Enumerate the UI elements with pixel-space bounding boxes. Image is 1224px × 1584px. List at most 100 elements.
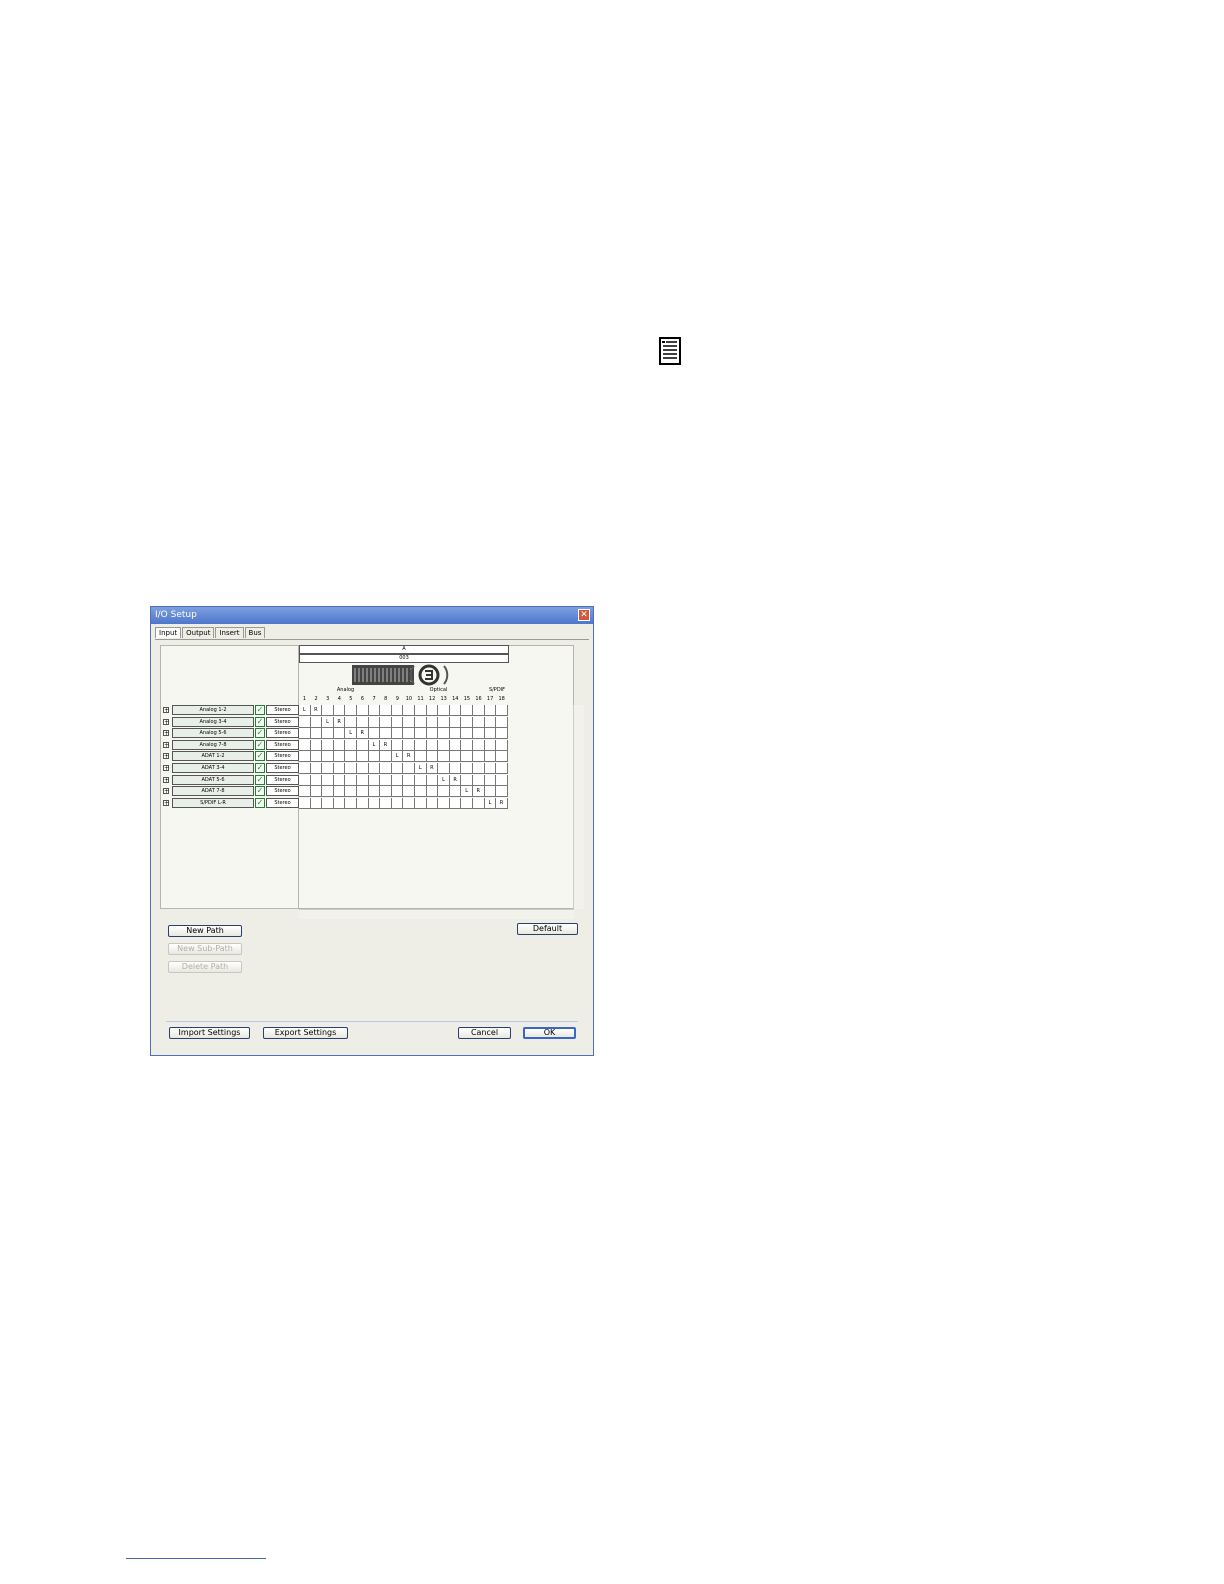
cancel-button[interactable]: Cancel: [458, 1027, 511, 1039]
matrix-cell[interactable]: [403, 739, 415, 751]
matrix-cell[interactable]: [438, 728, 450, 740]
matrix-cell[interactable]: R: [333, 716, 346, 728]
matrix-cell[interactable]: [357, 751, 369, 763]
tab-insert[interactable]: Insert: [215, 627, 244, 638]
matrix-cell[interactable]: [449, 786, 462, 798]
matrix-cell[interactable]: [484, 763, 497, 774]
expand-plus-icon[interactable]: +: [163, 741, 169, 748]
matrix-cell[interactable]: [299, 728, 311, 740]
matrix-cell[interactable]: [310, 763, 323, 774]
checkbox-checked-icon[interactable]: ✓: [255, 705, 265, 715]
tab-bus[interactable]: Bus: [244, 627, 266, 638]
matrix-cell[interactable]: [473, 705, 485, 716]
matrix-cell[interactable]: L: [322, 716, 334, 728]
matrix-cell[interactable]: [391, 739, 404, 751]
horizontal-scrollbar[interactable]: [299, 909, 574, 919]
matrix-cell[interactable]: R: [449, 774, 462, 786]
expand-plus-icon[interactable]: +: [163, 799, 169, 806]
matrix-cell[interactable]: [473, 716, 485, 728]
matrix-cell[interactable]: [473, 739, 485, 751]
matrix-cell[interactable]: [484, 739, 497, 751]
matrix-cell[interactable]: [391, 797, 404, 809]
matrix-cell[interactable]: [391, 728, 404, 740]
matrix-cell[interactable]: [484, 751, 497, 763]
matrix-cell[interactable]: [299, 716, 311, 728]
matrix-cell[interactable]: [333, 797, 346, 809]
matrix-cell[interactable]: [415, 786, 427, 798]
matrix-cell[interactable]: [473, 797, 485, 809]
matrix-cell[interactable]: [415, 705, 427, 716]
matrix-cell[interactable]: [310, 739, 323, 751]
matrix-cell[interactable]: L: [484, 797, 497, 809]
path-name[interactable]: ADAT 5-6: [172, 774, 254, 785]
path-format[interactable]: Stereo: [266, 763, 299, 773]
matrix-cell[interactable]: [333, 705, 346, 716]
matrix-cell[interactable]: [461, 797, 473, 809]
checkbox-checked-icon[interactable]: ✓: [255, 763, 265, 773]
matrix-cell[interactable]: R: [357, 728, 369, 740]
path-format[interactable]: Stereo: [266, 797, 299, 808]
matrix-cell[interactable]: [426, 716, 439, 728]
matrix-cell[interactable]: [415, 797, 427, 809]
matrix-cell[interactable]: [333, 786, 346, 798]
matrix-cell[interactable]: R: [473, 786, 485, 798]
matrix-cell[interactable]: L: [299, 705, 311, 716]
matrix-cell[interactable]: R: [403, 751, 415, 763]
expand-plus-icon[interactable]: +: [163, 776, 169, 783]
matrix-cell[interactable]: [299, 739, 311, 751]
matrix-cell[interactable]: [357, 716, 369, 728]
matrix-cell[interactable]: [310, 716, 323, 728]
matrix-cell[interactable]: [484, 786, 497, 798]
matrix-cell[interactable]: [496, 739, 508, 751]
matrix-cell[interactable]: R: [426, 763, 439, 774]
matrix-cell[interactable]: [438, 716, 450, 728]
matrix-cell[interactable]: [461, 728, 473, 740]
matrix-cell[interactable]: [345, 739, 357, 751]
vertical-scrollbar[interactable]: [573, 705, 584, 909]
matrix-cell[interactable]: [368, 763, 381, 774]
export-settings-button[interactable]: Export Settings: [263, 1027, 348, 1039]
matrix-cell[interactable]: [310, 786, 323, 798]
checkbox-checked-icon[interactable]: ✓: [255, 786, 265, 797]
matrix-cell[interactable]: [322, 728, 334, 740]
matrix-cell[interactable]: [333, 751, 346, 763]
matrix-cell[interactable]: [461, 774, 473, 786]
matrix-cell[interactable]: [496, 786, 508, 798]
matrix-cell[interactable]: [496, 716, 508, 728]
matrix-cell[interactable]: [426, 739, 439, 751]
checkbox-checked-icon[interactable]: ✓: [255, 797, 265, 808]
matrix-cell[interactable]: [415, 774, 427, 786]
delete-path-button[interactable]: Delete Path: [168, 961, 242, 973]
matrix-cell[interactable]: [299, 763, 311, 774]
matrix-cell[interactable]: [357, 739, 369, 751]
matrix-cell[interactable]: [345, 774, 357, 786]
matrix-cell[interactable]: [473, 728, 485, 740]
matrix-cell[interactable]: [368, 705, 381, 716]
matrix-cell[interactable]: [310, 728, 323, 740]
matrix-cell[interactable]: [449, 797, 462, 809]
path-format[interactable]: Stereo: [266, 751, 299, 762]
matrix-cell[interactable]: [484, 705, 497, 716]
new-sub-path-button[interactable]: New Sub-Path: [168, 943, 242, 955]
matrix-cell[interactable]: R: [496, 797, 508, 809]
matrix-cell[interactable]: [403, 763, 415, 774]
matrix-cell[interactable]: [415, 751, 427, 763]
matrix-cell[interactable]: R: [380, 739, 392, 751]
matrix-cell[interactable]: [322, 705, 334, 716]
default-button[interactable]: Default: [517, 923, 578, 935]
matrix-cell[interactable]: [449, 728, 462, 740]
matrix-cell[interactable]: [322, 751, 334, 763]
path-name[interactable]: ADAT 7-8: [172, 786, 254, 797]
path-name[interactable]: Analog 1-2: [172, 705, 254, 715]
matrix-cell[interactable]: [310, 774, 323, 786]
matrix-cell[interactable]: [461, 739, 473, 751]
matrix-cell[interactable]: [345, 763, 357, 774]
matrix-cell[interactable]: [345, 786, 357, 798]
matrix-cell[interactable]: [380, 763, 392, 774]
matrix-cell[interactable]: R: [310, 705, 323, 716]
matrix-cell[interactable]: [415, 716, 427, 728]
matrix-cell[interactable]: [345, 705, 357, 716]
matrix-cell[interactable]: [403, 705, 415, 716]
matrix-cell[interactable]: [473, 774, 485, 786]
matrix-cell[interactable]: [449, 751, 462, 763]
